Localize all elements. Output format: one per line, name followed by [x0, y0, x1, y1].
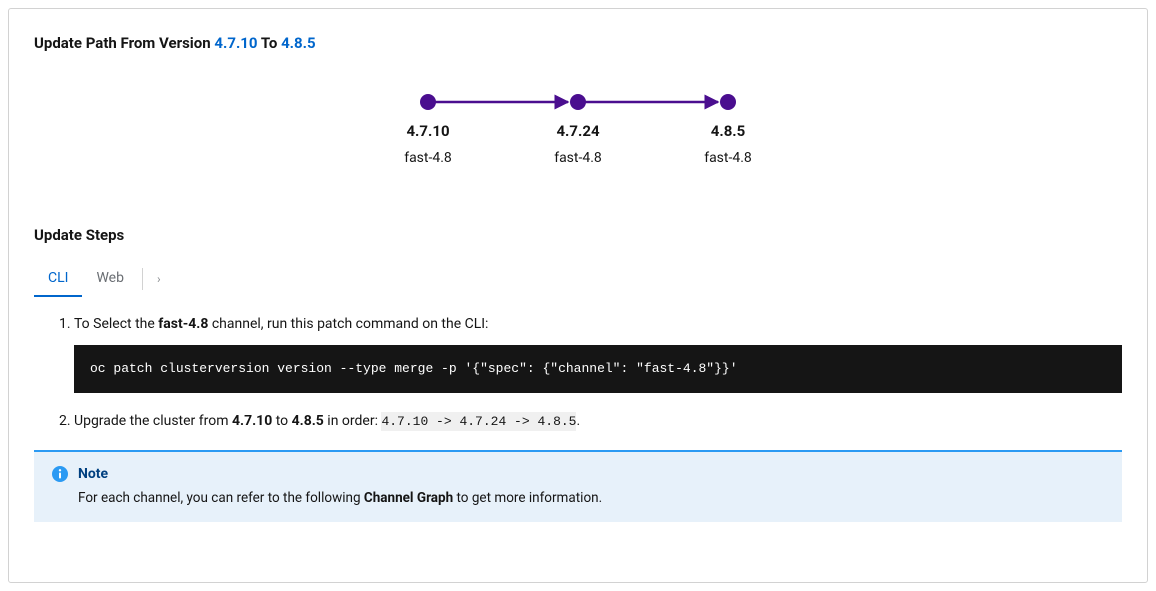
note-box: Note For each channel, you can refer to … [34, 450, 1122, 522]
note-body: For each channel, you can refer to the f… [78, 490, 1104, 506]
node-version: 4.8.5 [688, 122, 768, 140]
code-block[interactable]: oc patch clusterversion version --type m… [74, 345, 1122, 393]
update-path-card: Update Path From Version 4.7.10 To 4.8.5 [8, 8, 1148, 583]
update-path-graph: 4.7.10 fast-4.8 4.7.24 fast-4.8 4.8.5 fa… [9, 92, 1147, 166]
tabs-more-button[interactable]: › [151, 272, 167, 286]
tab-web[interactable]: Web [82, 262, 138, 296]
graph-node [720, 94, 736, 110]
node-channel: fast-4.8 [538, 150, 618, 166]
step2-to: 4.8.5 [292, 413, 324, 429]
graph-node [570, 94, 586, 110]
info-icon [52, 466, 68, 482]
node-version: 4.7.24 [538, 122, 618, 140]
from-version-link[interactable]: 4.7.10 [214, 34, 257, 52]
step2-post1: in order: [324, 413, 382, 429]
note-body-pre: For each channel, you can refer to the f… [78, 490, 364, 506]
step2-suffix: . [576, 413, 580, 429]
step2-order-code: 4.7.10 -> 4.7.24 -> 4.8.5 [381, 412, 576, 431]
to-version-link[interactable]: 4.8.5 [281, 34, 316, 52]
step-item: Upgrade the cluster from 4.7.10 to 4.8.5… [74, 411, 1122, 432]
tab-separator [142, 268, 143, 290]
step2-mid: to [272, 413, 291, 429]
steps-list: To Select the fast-4.8 channel, run this… [54, 314, 1122, 432]
step-item: To Select the fast-4.8 channel, run this… [74, 314, 1122, 393]
graph-node-label: 4.8.5 fast-4.8 [688, 122, 768, 166]
note-body-bold: Channel Graph [364, 490, 453, 506]
step1-pre: To Select the [74, 316, 158, 332]
node-channel: fast-4.8 [688, 150, 768, 166]
tab-cli[interactable]: CLI [34, 262, 82, 296]
step2-from: 4.7.10 [232, 413, 272, 429]
tabs: CLI Web › [34, 262, 1122, 296]
steps-heading: Update Steps [34, 226, 1122, 244]
node-version: 4.7.10 [388, 122, 468, 140]
title-mid: To [258, 34, 282, 52]
page-title: Update Path From Version 4.7.10 To 4.8.5 [34, 34, 1122, 52]
note-body-post: to get more information. [453, 490, 602, 506]
step1-channel: fast-4.8 [158, 316, 208, 332]
graph-node-label: 4.7.24 fast-4.8 [538, 122, 618, 166]
step1-post: channel, run this patch command on the C… [208, 316, 488, 332]
graph-node [420, 94, 436, 110]
step2-pre: Upgrade the cluster from [74, 413, 232, 429]
title-prefix: Update Path From Version [34, 34, 214, 52]
note-title: Note [78, 466, 108, 482]
graph-svg [388, 92, 768, 112]
node-channel: fast-4.8 [388, 150, 468, 166]
graph-node-label: 4.7.10 fast-4.8 [388, 122, 468, 166]
